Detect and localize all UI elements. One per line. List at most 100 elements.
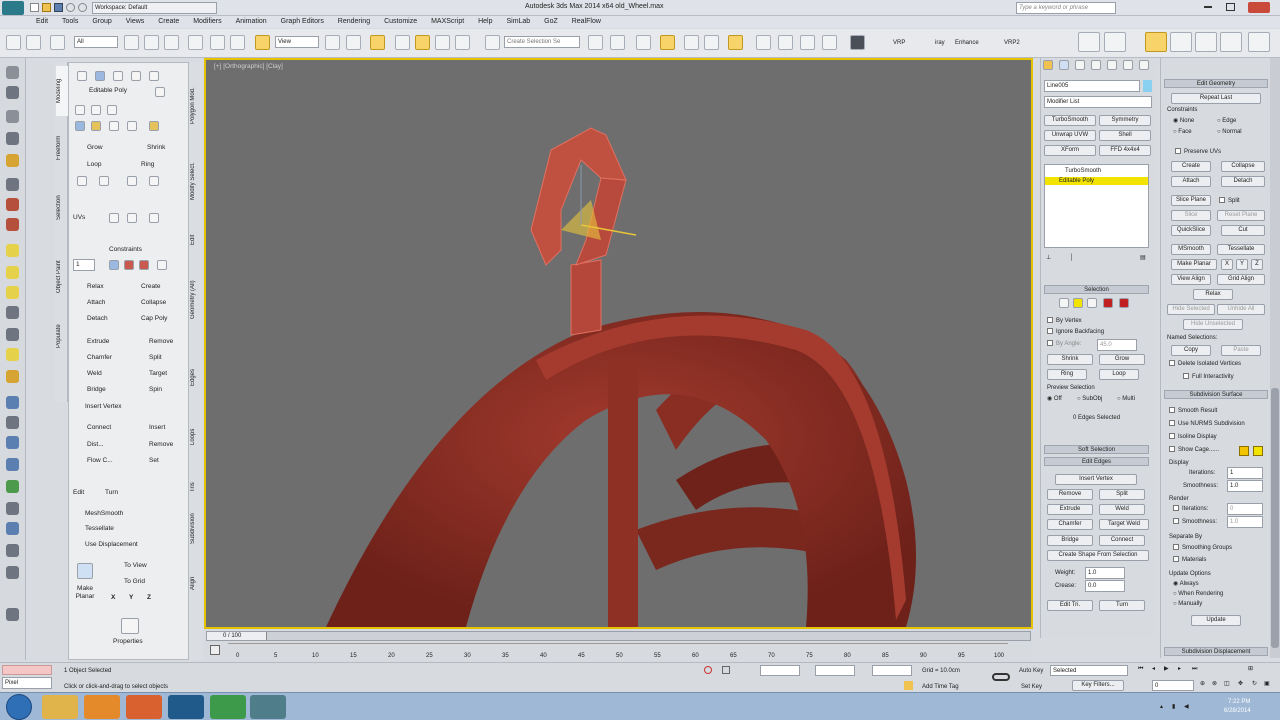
object-color-swatch[interactable] — [1143, 80, 1152, 92]
sel-edge-icon[interactable] — [1073, 298, 1083, 308]
right-scrollbar[interactable] — [1270, 58, 1280, 658]
crease-spinner[interactable]: 0.0 — [1085, 580, 1125, 592]
chamfer-edge-button[interactable]: Chamfer — [1047, 519, 1093, 530]
sub-obj-5-icon[interactable] — [149, 121, 159, 131]
preview-subobj-radio[interactable]: ○ SubObj — [1077, 395, 1102, 403]
preview-multi-radio[interactable]: ○ Multi — [1117, 395, 1135, 403]
taskbar-photoshop-icon[interactable] — [168, 695, 204, 719]
shrink-sel-button[interactable]: Shrink — [1047, 354, 1093, 365]
cp-motion-tab-icon[interactable] — [1091, 60, 1101, 70]
zoom-all-icon[interactable]: ⊗ — [1212, 680, 1217, 688]
undo-tool-icon[interactable] — [6, 35, 21, 50]
hide-selected-button[interactable]: Hide Selected — [1167, 304, 1215, 315]
keyboard-shortcut-icon[interactable] — [370, 35, 385, 50]
menu-item-graph-editors[interactable]: Graph Editors — [275, 16, 330, 28]
by-vertex-checkbox[interactable]: By Vertex — [1047, 317, 1082, 325]
strip-icon-13[interactable] — [6, 328, 19, 341]
delete-isolated-checkbox[interactable]: Delete Isolated Vertices — [1169, 360, 1241, 368]
track-bar[interactable]: 0 5 10 15 20 25 30 35 40 45 50 55 60 65 … — [228, 643, 1008, 661]
sub-obj-1-icon[interactable] — [75, 121, 85, 131]
show-end-result-icon[interactable] — [75, 105, 85, 115]
preserve-uvs-checkbox[interactable]: Preserve UVs — [1175, 148, 1221, 156]
insert-vertex-edge-button[interactable]: Insert Vertex — [1055, 474, 1137, 485]
scale-icon[interactable] — [255, 35, 270, 50]
weld-button[interactable]: Weld — [87, 369, 102, 379]
align-icon[interactable] — [610, 35, 625, 50]
ring-option-1-icon[interactable] — [127, 176, 137, 186]
side-tab-modify-select[interactable]: Modify Select. — [190, 150, 203, 212]
by-angle-spinner[interactable]: 45.0 — [1097, 339, 1137, 351]
layer-manager-icon[interactable] — [636, 35, 651, 50]
taskbar-explorer-icon[interactable] — [42, 695, 78, 719]
select-manipulate-icon[interactable] — [346, 35, 361, 50]
pan-icon[interactable]: ✥ — [1238, 680, 1243, 688]
side-tab-geometry[interactable]: Geometry (All) — [190, 272, 203, 328]
render-smoothness-checkbox[interactable]: Smoothness: — [1173, 518, 1217, 526]
snap-toggle-icon[interactable] — [395, 35, 410, 50]
close-icon[interactable] — [1248, 2, 1270, 13]
menu-item-tools[interactable]: Tools — [56, 16, 84, 28]
strip-icon-24[interactable] — [6, 566, 19, 579]
vray2-button[interactable]: VRP2 — [1004, 40, 1020, 46]
strip-icon-6[interactable] — [6, 178, 19, 191]
menu-item-group[interactable]: Group — [86, 16, 117, 28]
constraint-edge-radio[interactable]: ○ Edge — [1217, 117, 1236, 125]
strip-icon-1[interactable] — [6, 66, 19, 79]
menu-item-edit[interactable]: Edit — [30, 16, 54, 28]
cp-hierarchy-tab-icon[interactable] — [1075, 60, 1085, 70]
grow-sel-button[interactable]: Grow — [1099, 354, 1145, 365]
preview-off-radio[interactable]: ◉ Off — [1047, 395, 1062, 403]
planar-x-button[interactable]: X — [111, 593, 115, 603]
cp-extra-tab-icon[interactable] — [1139, 60, 1149, 70]
strip-icon-16[interactable] — [6, 396, 19, 409]
uv-tool-3-icon[interactable] — [149, 213, 159, 223]
go-to-end-icon[interactable]: ⏭ — [1192, 665, 1197, 673]
workspace-selector[interactable]: Workspace: Default — [92, 2, 217, 14]
menu-item-modifiers[interactable]: Modifiers — [187, 16, 227, 28]
selection-rollout-header[interactable]: Selection — [1044, 285, 1149, 294]
extrude-button[interactable]: Extrude — [87, 337, 109, 347]
chamfer-button[interactable]: Chamfer — [87, 353, 112, 363]
paste-sel-button[interactable]: Paste — [1221, 345, 1261, 356]
strip-icon-4[interactable] — [6, 132, 19, 145]
smoothing-groups-checkbox[interactable]: Smoothing Groups — [1173, 544, 1232, 552]
strip-icon-12[interactable] — [6, 306, 19, 319]
create-shape-button[interactable]: Create Shape From Selection — [1047, 550, 1149, 561]
relax-geom-button[interactable]: Relax — [1193, 289, 1233, 300]
save-file-icon[interactable] — [54, 3, 63, 12]
bridge-edge-button[interactable]: Bridge — [1047, 535, 1093, 546]
sel-vertex-icon[interactable] — [1059, 298, 1069, 308]
redo-icon[interactable] — [78, 3, 87, 12]
repeat-last-button[interactable]: Repeat Last — [1171, 93, 1261, 104]
edit-named-sel-icon[interactable] — [485, 35, 500, 50]
ring-sel-button[interactable]: Ring — [1047, 369, 1087, 380]
maximize-icon[interactable] — [1226, 3, 1235, 11]
new-file-icon[interactable] — [30, 3, 39, 12]
selected-dropdown[interactable]: Selected — [1050, 665, 1128, 676]
edit-geometry-rollout-header[interactable]: Edit Geometry — [1164, 79, 1268, 88]
add-time-tag-button[interactable]: Add Time Tag — [922, 683, 959, 691]
cp-utilities-tab-icon[interactable] — [1123, 60, 1133, 70]
ribbon-spinner[interactable]: 1 — [73, 259, 95, 271]
link-icon[interactable] — [50, 35, 65, 50]
side-tab-polygon-mod[interactable]: Polygon Mod. — [190, 76, 203, 136]
stack-item-turbosmooth[interactable]: TurboSmooth — [1065, 167, 1101, 175]
modify-tab-icon[interactable] — [1104, 32, 1126, 52]
menu-item-rendering[interactable]: Rendering — [332, 16, 376, 28]
use-displacement-button[interactable]: Use Displacement — [85, 540, 138, 550]
element-mode-icon[interactable] — [149, 71, 159, 81]
planar-y-geom-button[interactable]: Y — [1236, 259, 1248, 270]
menu-item-realflow[interactable]: RealFlow — [566, 16, 607, 28]
strip-icon-2[interactable] — [6, 86, 19, 99]
target-button[interactable]: Target — [149, 369, 167, 379]
curve-editor-icon[interactable] — [684, 35, 699, 50]
smooth-result-checkbox[interactable]: Smooth Result — [1169, 407, 1217, 415]
sub-obj-3-icon[interactable] — [109, 121, 119, 131]
vray-button[interactable]: VRP — [893, 40, 905, 46]
show-cage-checkbox[interactable]: Show Cage...... — [1169, 446, 1219, 454]
select-by-name-icon[interactable] — [144, 35, 159, 50]
maxscript-pink-field[interactable] — [2, 665, 52, 675]
rect-selection-icon[interactable] — [164, 35, 179, 50]
strip-icon-19[interactable] — [6, 458, 19, 471]
reset-plane-button[interactable]: Reset Plane — [1217, 210, 1265, 221]
